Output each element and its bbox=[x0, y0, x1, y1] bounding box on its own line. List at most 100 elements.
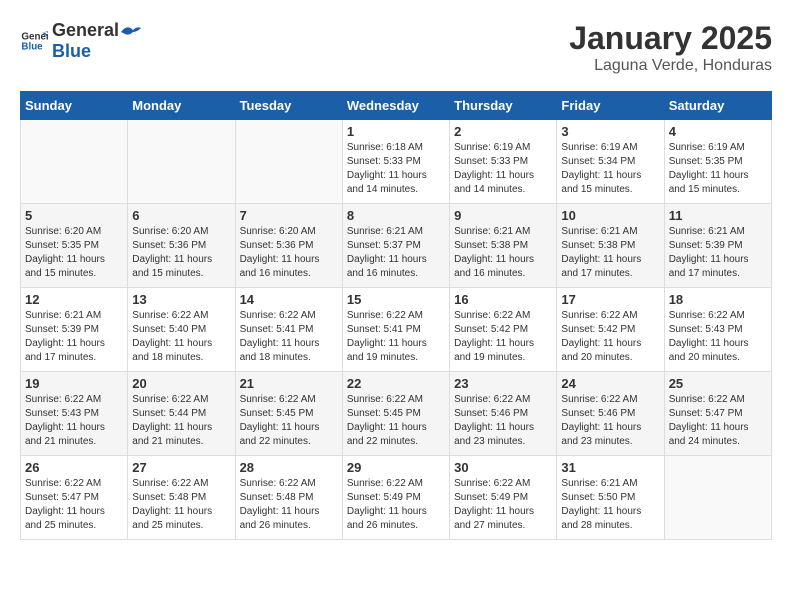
day-info: Sunrise: 6:21 AM Sunset: 5:39 PM Dayligh… bbox=[669, 225, 767, 281]
day-number: 4 bbox=[669, 124, 767, 139]
day-info: Sunrise: 6:21 AM Sunset: 5:37 PM Dayligh… bbox=[347, 225, 445, 281]
location-title: Laguna Verde, Honduras bbox=[569, 57, 772, 75]
calendar-cell: 6 Sunrise: 6:20 AM Sunset: 5:36 PM Daylig… bbox=[128, 204, 235, 288]
calendar-cell: 4 Sunrise: 6:19 AM Sunset: 5:35 PM Daylig… bbox=[664, 120, 771, 204]
logo-icon: General Blue bbox=[20, 27, 48, 55]
day-info: Sunrise: 6:20 AM Sunset: 5:36 PM Dayligh… bbox=[132, 225, 230, 281]
logo-text-blue: Blue bbox=[52, 41, 141, 62]
week-row-2: 5 Sunrise: 6:20 AM Sunset: 5:35 PM Daylig… bbox=[21, 204, 772, 288]
calendar-cell bbox=[21, 120, 128, 204]
weekday-header-thursday: Thursday bbox=[450, 92, 557, 120]
day-info: Sunrise: 6:22 AM Sunset: 5:44 PM Dayligh… bbox=[132, 393, 230, 449]
day-number: 15 bbox=[347, 292, 445, 307]
day-number: 16 bbox=[454, 292, 552, 307]
day-info: Sunrise: 6:21 AM Sunset: 5:39 PM Dayligh… bbox=[25, 309, 123, 365]
calendar-cell: 11 Sunrise: 6:21 AM Sunset: 5:39 PM Dayli… bbox=[664, 204, 771, 288]
day-number: 18 bbox=[669, 292, 767, 307]
day-number: 6 bbox=[132, 208, 230, 223]
week-row-3: 12Sunrise: 6:21 AM Sunset: 5:39 PM Dayli… bbox=[21, 288, 772, 372]
calendar-cell bbox=[235, 120, 342, 204]
day-info: Sunrise: 6:22 AM Sunset: 5:49 PM Dayligh… bbox=[454, 477, 552, 533]
day-number: 1 bbox=[347, 124, 445, 139]
day-info: Sunrise: 6:20 AM Sunset: 5:36 PM Dayligh… bbox=[240, 225, 338, 281]
calendar-cell: 21 Sunrise: 6:22 AM Sunset: 5:45 PM Dayli… bbox=[235, 372, 342, 456]
day-number: 10 bbox=[561, 208, 659, 223]
day-number: 5 bbox=[25, 208, 123, 223]
day-number: 30 bbox=[454, 460, 552, 475]
day-number: 17 bbox=[561, 292, 659, 307]
day-number: 19 bbox=[25, 376, 123, 391]
week-row-4: 19 Sunrise: 6:22 AM Sunset: 5:43 PM Dayli… bbox=[21, 372, 772, 456]
weekday-header-row: SundayMondayTuesdayWednesdayThursdayFrid… bbox=[21, 92, 772, 120]
calendar-cell: 16 Sunrise: 6:22 AM Sunset: 5:42 PM Dayli… bbox=[450, 288, 557, 372]
calendar-cell: 9 Sunrise: 6:21 AM Sunset: 5:38 PM Daylig… bbox=[450, 204, 557, 288]
day-number: 29 bbox=[347, 460, 445, 475]
day-number: 25 bbox=[669, 376, 767, 391]
day-number: 13 bbox=[132, 292, 230, 307]
day-info: Sunrise: 6:22 AM Sunset: 5:48 PM Dayligh… bbox=[132, 477, 230, 533]
day-info: Sunrise: 6:19 AM Sunset: 5:35 PM Dayligh… bbox=[669, 141, 767, 197]
week-row-5: 26Sunrise: 6:22 AM Sunset: 5:47 PM Dayli… bbox=[21, 456, 772, 540]
weekday-header-wednesday: Wednesday bbox=[342, 92, 449, 120]
day-info: Sunrise: 6:21 AM Sunset: 5:50 PM Dayligh… bbox=[561, 477, 659, 533]
day-info: Sunrise: 6:22 AM Sunset: 5:41 PM Dayligh… bbox=[240, 309, 338, 365]
calendar-table: SundayMondayTuesdayWednesdayThursdayFrid… bbox=[20, 91, 772, 540]
calendar-cell: 19 Sunrise: 6:22 AM Sunset: 5:43 PM Dayli… bbox=[21, 372, 128, 456]
day-info: Sunrise: 6:22 AM Sunset: 5:41 PM Dayligh… bbox=[347, 309, 445, 365]
calendar-cell: 28Sunrise: 6:22 AM Sunset: 5:48 PM Dayli… bbox=[235, 456, 342, 540]
day-info: Sunrise: 6:22 AM Sunset: 5:46 PM Dayligh… bbox=[561, 393, 659, 449]
day-info: Sunrise: 6:22 AM Sunset: 5:42 PM Dayligh… bbox=[454, 309, 552, 365]
day-info: Sunrise: 6:19 AM Sunset: 5:34 PM Dayligh… bbox=[561, 141, 659, 197]
calendar-cell: 20Sunrise: 6:22 AM Sunset: 5:44 PM Dayli… bbox=[128, 372, 235, 456]
day-info: Sunrise: 6:22 AM Sunset: 5:43 PM Dayligh… bbox=[25, 393, 123, 449]
calendar-cell: 1 Sunrise: 6:18 AM Sunset: 5:33 PM Daylig… bbox=[342, 120, 449, 204]
day-number: 7 bbox=[240, 208, 338, 223]
weekday-header-tuesday: Tuesday bbox=[235, 92, 342, 120]
day-number: 31 bbox=[561, 460, 659, 475]
calendar-cell: 31 Sunrise: 6:21 AM Sunset: 5:50 PM Dayli… bbox=[557, 456, 664, 540]
calendar-cell: 7 Sunrise: 6:20 AM Sunset: 5:36 PM Daylig… bbox=[235, 204, 342, 288]
calendar-cell: 25 Sunrise: 6:22 AM Sunset: 5:47 PM Dayli… bbox=[664, 372, 771, 456]
day-info: Sunrise: 6:19 AM Sunset: 5:33 PM Dayligh… bbox=[454, 141, 552, 197]
day-number: 2 bbox=[454, 124, 552, 139]
calendar-cell: 5 Sunrise: 6:20 AM Sunset: 5:35 PM Daylig… bbox=[21, 204, 128, 288]
weekday-header-monday: Monday bbox=[128, 92, 235, 120]
day-number: 21 bbox=[240, 376, 338, 391]
weekday-header-saturday: Saturday bbox=[664, 92, 771, 120]
calendar-cell: 23 Sunrise: 6:22 AM Sunset: 5:46 PM Dayli… bbox=[450, 372, 557, 456]
day-info: Sunrise: 6:22 AM Sunset: 5:45 PM Dayligh… bbox=[240, 393, 338, 449]
title-area: January 2025 Laguna Verde, Honduras bbox=[569, 20, 772, 75]
day-number: 23 bbox=[454, 376, 552, 391]
day-info: Sunrise: 6:21 AM Sunset: 5:38 PM Dayligh… bbox=[454, 225, 552, 281]
day-info: Sunrise: 6:18 AM Sunset: 5:33 PM Dayligh… bbox=[347, 141, 445, 197]
day-info: Sunrise: 6:22 AM Sunset: 5:48 PM Dayligh… bbox=[240, 477, 338, 533]
day-info: Sunrise: 6:22 AM Sunset: 5:46 PM Dayligh… bbox=[454, 393, 552, 449]
calendar-cell: 13Sunrise: 6:22 AM Sunset: 5:40 PM Dayli… bbox=[128, 288, 235, 372]
day-number: 14 bbox=[240, 292, 338, 307]
header: General Blue General Blue January 2025 L… bbox=[20, 20, 772, 75]
day-info: Sunrise: 6:22 AM Sunset: 5:49 PM Dayligh… bbox=[347, 477, 445, 533]
day-info: Sunrise: 6:22 AM Sunset: 5:43 PM Dayligh… bbox=[669, 309, 767, 365]
day-number: 22 bbox=[347, 376, 445, 391]
day-info: Sunrise: 6:22 AM Sunset: 5:47 PM Dayligh… bbox=[669, 393, 767, 449]
calendar-cell: 8 Sunrise: 6:21 AM Sunset: 5:37 PM Daylig… bbox=[342, 204, 449, 288]
logo-bird-icon bbox=[119, 22, 141, 40]
weekday-header-friday: Friday bbox=[557, 92, 664, 120]
day-number: 9 bbox=[454, 208, 552, 223]
calendar-cell: 29 Sunrise: 6:22 AM Sunset: 5:49 PM Dayli… bbox=[342, 456, 449, 540]
calendar-cell bbox=[128, 120, 235, 204]
calendar-cell: 15 Sunrise: 6:22 AM Sunset: 5:41 PM Dayli… bbox=[342, 288, 449, 372]
calendar-cell: 17 Sunrise: 6:22 AM Sunset: 5:42 PM Dayli… bbox=[557, 288, 664, 372]
day-number: 8 bbox=[347, 208, 445, 223]
calendar-cell: 12Sunrise: 6:21 AM Sunset: 5:39 PM Dayli… bbox=[21, 288, 128, 372]
logo: General Blue General Blue bbox=[20, 20, 141, 62]
day-number: 11 bbox=[669, 208, 767, 223]
calendar-cell: 26Sunrise: 6:22 AM Sunset: 5:47 PM Dayli… bbox=[21, 456, 128, 540]
calendar-cell bbox=[664, 456, 771, 540]
day-info: Sunrise: 6:22 AM Sunset: 5:42 PM Dayligh… bbox=[561, 309, 659, 365]
day-number: 27 bbox=[132, 460, 230, 475]
day-number: 3 bbox=[561, 124, 659, 139]
day-info: Sunrise: 6:20 AM Sunset: 5:35 PM Dayligh… bbox=[25, 225, 123, 281]
calendar-cell: 3 Sunrise: 6:19 AM Sunset: 5:34 PM Daylig… bbox=[557, 120, 664, 204]
day-number: 26 bbox=[25, 460, 123, 475]
